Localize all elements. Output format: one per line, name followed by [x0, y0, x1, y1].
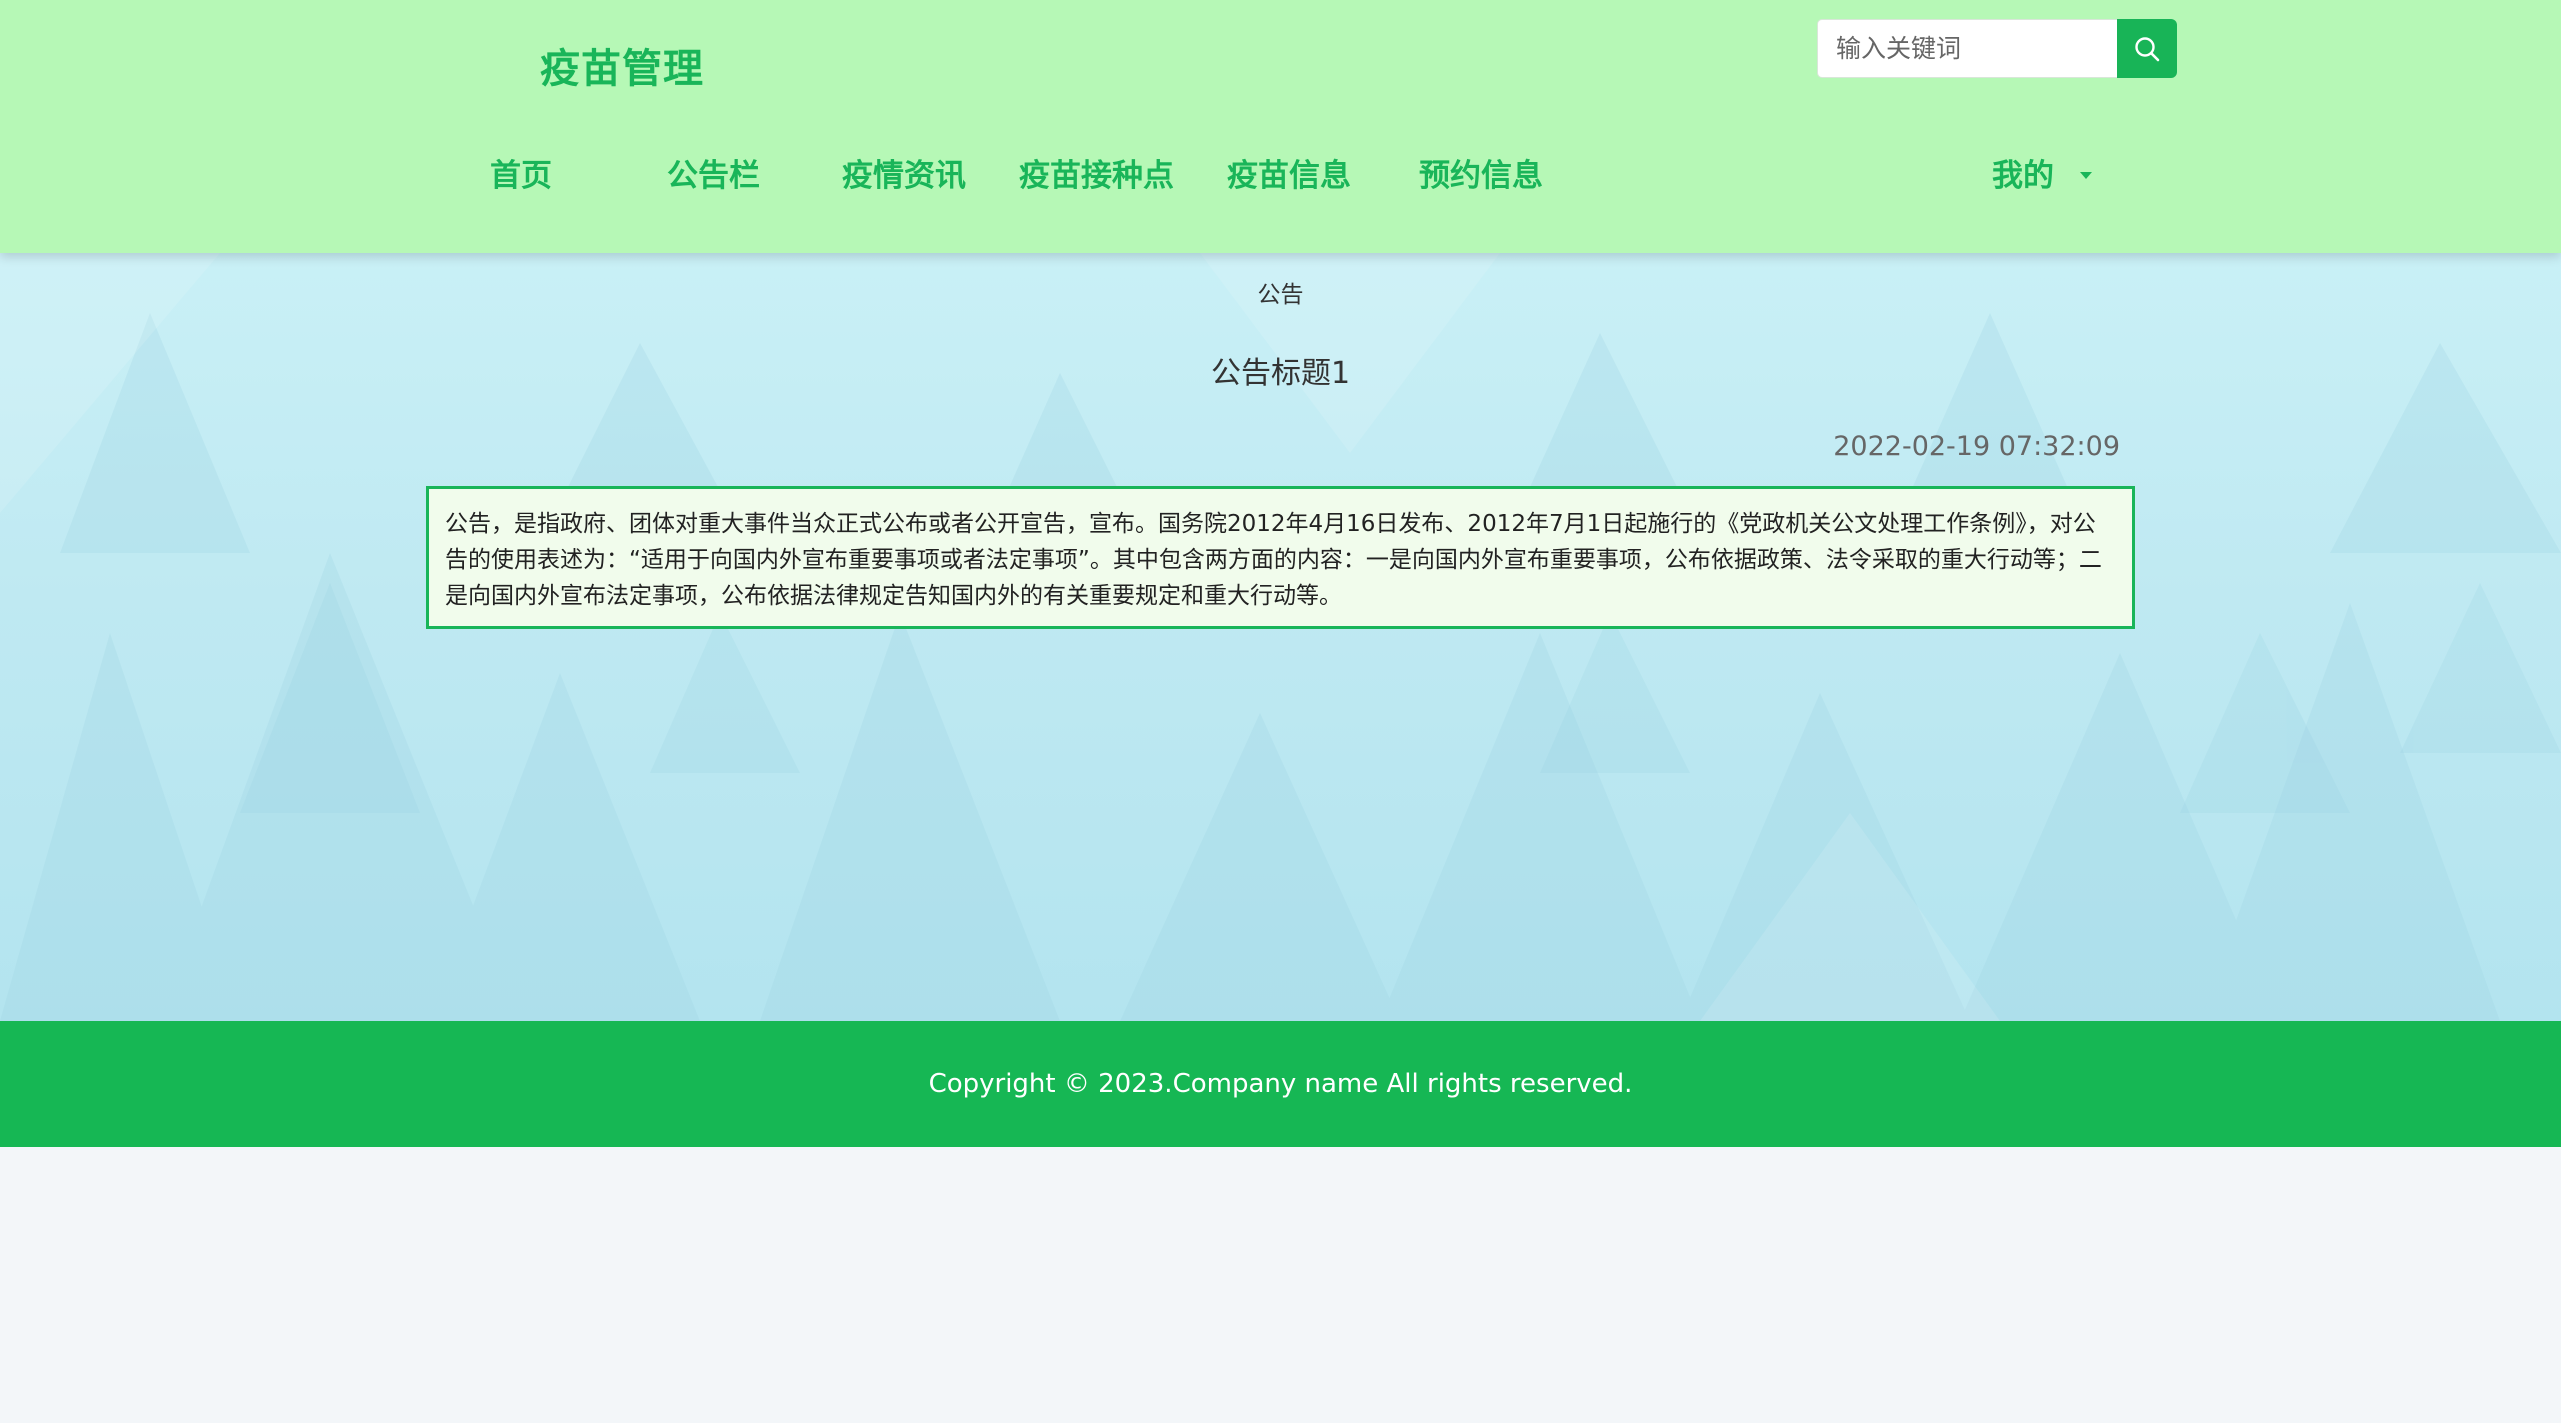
nav-vaccine-info[interactable]: 疫苗信息 [1227, 150, 1351, 195]
nav-mine-label: 我的 [1992, 158, 2054, 194]
nav-bulletin[interactable]: 公告栏 [667, 150, 760, 195]
notice-title: 公告标题1 [1210, 356, 1351, 391]
search-bar [1817, 19, 2177, 78]
nav-vaccination-sites[interactable]: 疫苗接种点 [1019, 150, 1174, 195]
nav-mine-dropdown[interactable]: 我的 [1992, 150, 2092, 195]
caret-down-icon [2080, 172, 2092, 179]
section-label: 公告 [1257, 282, 1304, 308]
nav-home[interactable]: 首页 [490, 150, 552, 195]
search-input[interactable] [1817, 19, 2117, 78]
notice-content: 公告，是指政府、团体对重大事件当众正式公布或者公开宣告，宣布。国务院2012年4… [426, 486, 2135, 629]
footer: Copyright © 2023.Company name All rights… [0, 1021, 2561, 1147]
nav-appointment-info[interactable]: 预约信息 [1419, 150, 1543, 195]
notice-date: 2022-02-19 07:32:09 [1833, 431, 2120, 462]
search-icon [2135, 36, 2160, 61]
copyright-text: Copyright © 2023.Company name All rights… [928, 1069, 1633, 1099]
top-header: 疫苗管理 首页 公告栏 疫情资讯 疫苗接种点 疫苗信息 预约信息 我的 [0, 0, 2561, 253]
main-content: 公告 公告标题1 2022-02-19 07:32:09 公告，是指政府、团体对… [0, 253, 2561, 1021]
nav-epidemic-news[interactable]: 疫情资讯 [842, 150, 966, 195]
site-logo[interactable]: 疫苗管理 [540, 36, 704, 94]
search-button[interactable] [2117, 19, 2177, 78]
